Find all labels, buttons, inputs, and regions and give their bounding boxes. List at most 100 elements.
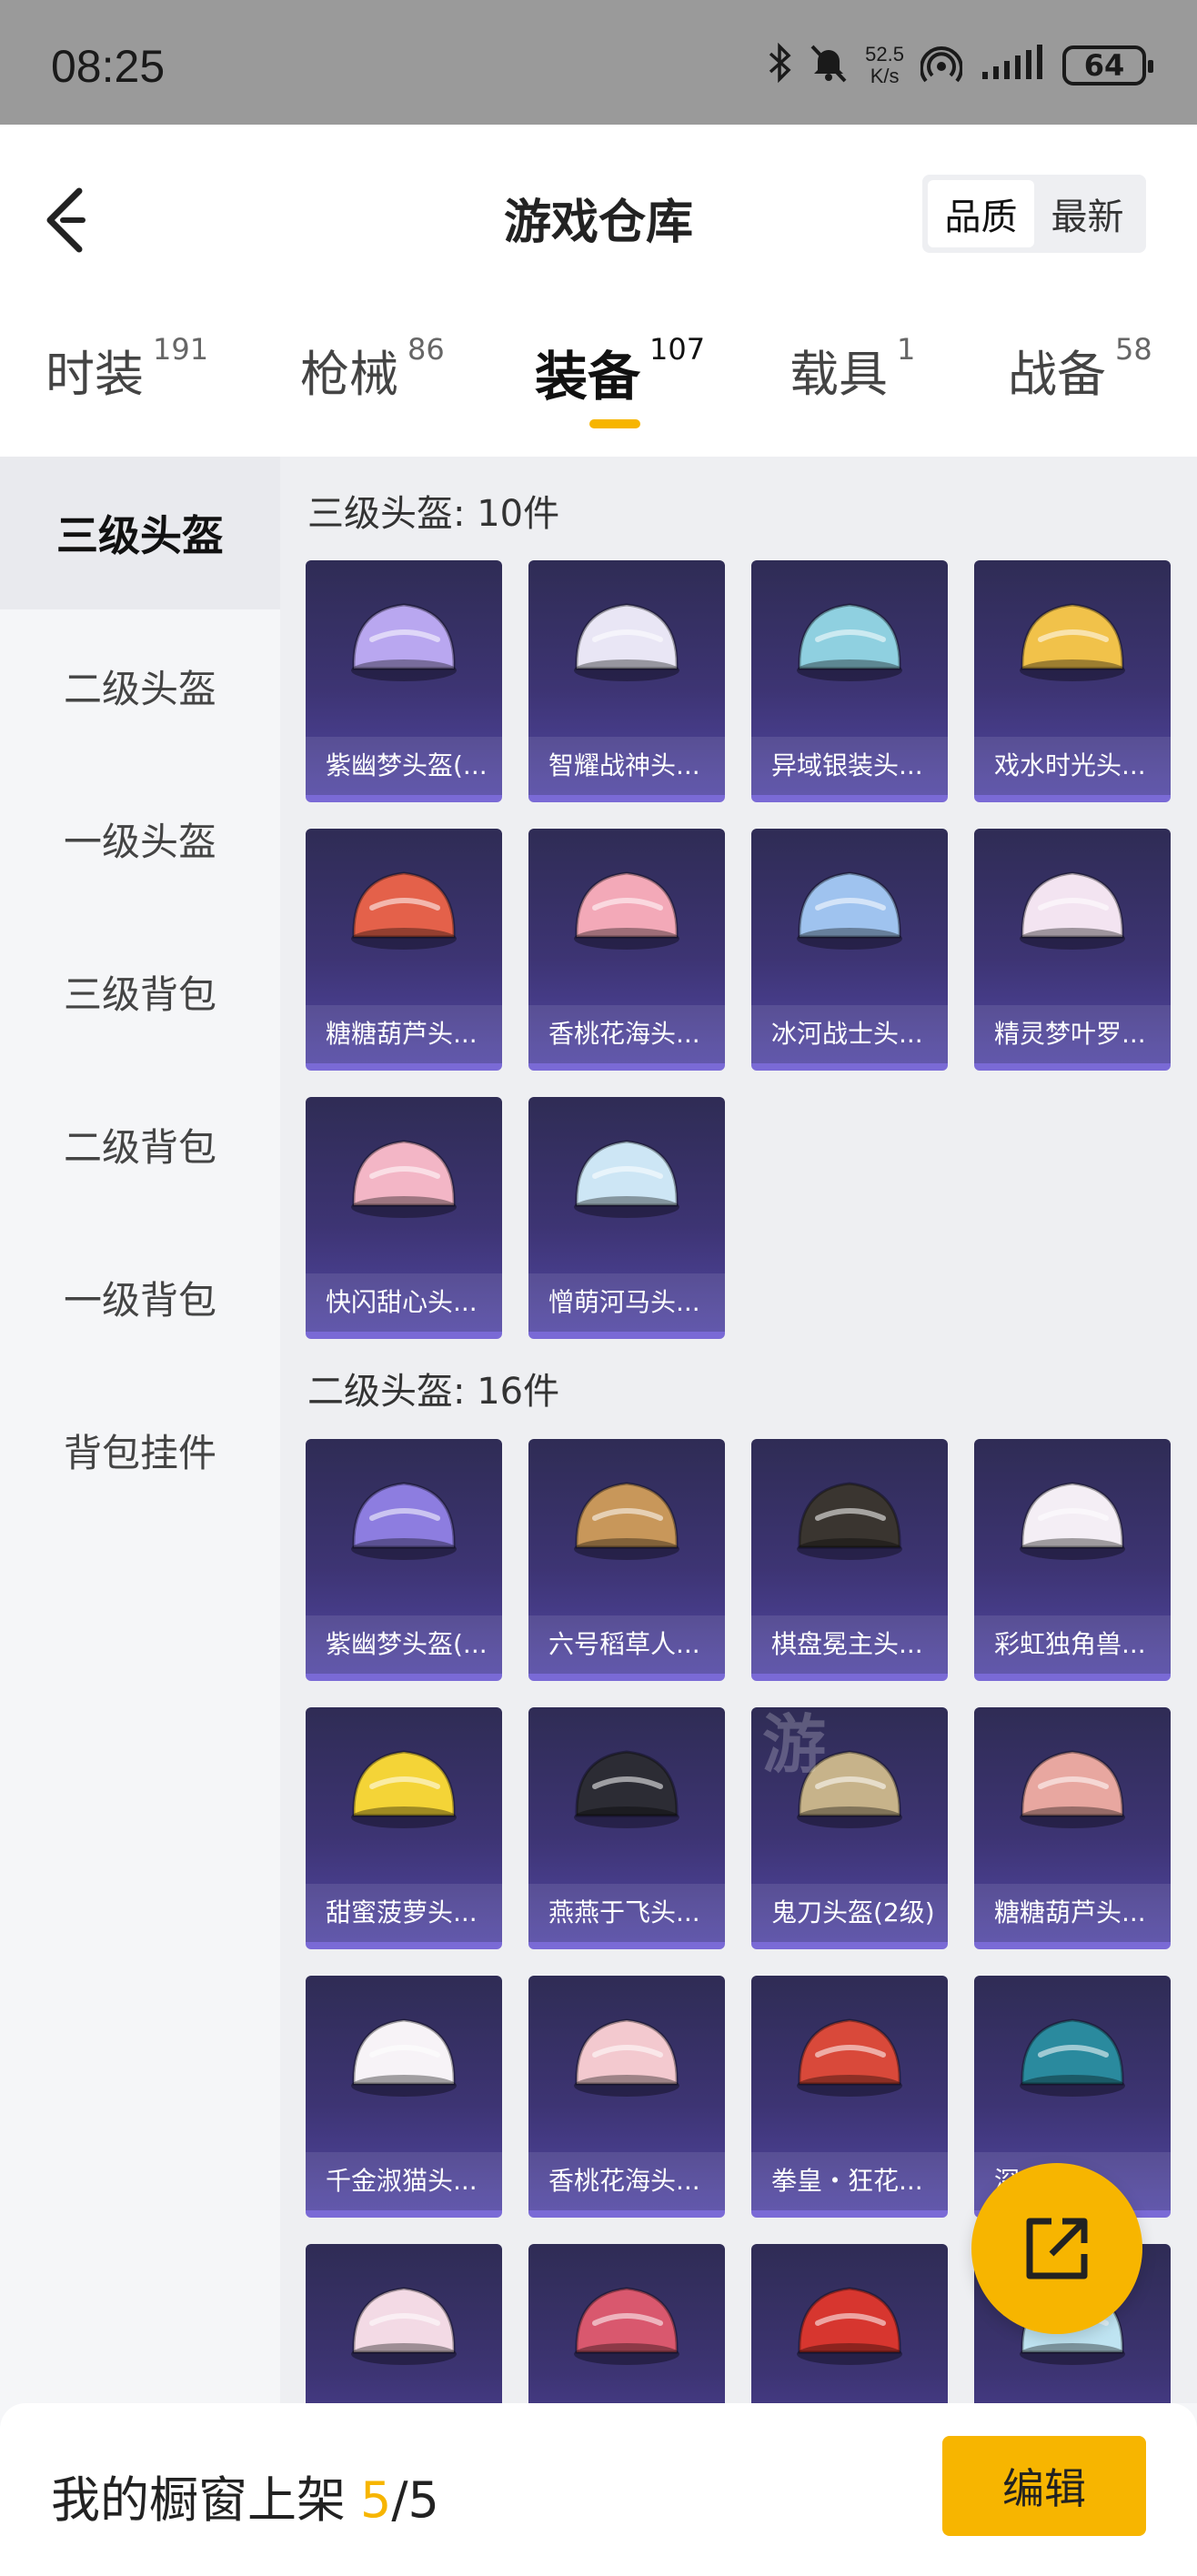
sidebar-item-level1-helmet[interactable]: 一级头盔 xyxy=(0,762,280,915)
category-tabs: 时装 191 枪械 86 装备 107 载具 1 战备 58 xyxy=(0,332,1197,434)
helmet-icon xyxy=(331,1727,477,1864)
tab-label: 装备 xyxy=(535,346,641,408)
helmet-icon xyxy=(554,1727,699,1864)
item-card[interactable]: 千金淑猫头... xyxy=(306,1976,502,2218)
helmet-icon xyxy=(1000,1459,1145,1595)
sidebar: 三级头盔 二级头盔 一级头盔 三级背包 二级背包 一级背包 背包挂件 xyxy=(0,457,280,2403)
helmet-icon xyxy=(777,1459,922,1595)
battery-icon: 64 xyxy=(1062,45,1153,86)
item-card[interactable]: 精灵梦叶罗... xyxy=(974,829,1171,1071)
sidebar-item-level3-helmet[interactable]: 三级头盔 xyxy=(0,457,280,609)
helmet-icon xyxy=(554,1459,699,1595)
item-card[interactable]: 冰河战士头... xyxy=(751,829,948,1071)
tab-count: 86 xyxy=(407,332,445,367)
item-card[interactable]: 智耀战神头... xyxy=(528,560,725,802)
item-name: 彩虹独角兽... xyxy=(974,1615,1171,1674)
item-card[interactable]: 彩虹独角兽... xyxy=(974,1439,1171,1681)
sort-option-quality[interactable]: 品质 xyxy=(928,180,1034,247)
status-icons: 52.5 K/s 64 xyxy=(767,40,1153,91)
item-card[interactable]: 拳皇・狂花... xyxy=(751,1976,948,2218)
net-speed-unit: K/s xyxy=(870,65,900,87)
item-card[interactable]: 香桃花海头... xyxy=(528,1976,725,2218)
showcase-current-count: 5 xyxy=(360,2471,392,2529)
showcase-total-count: /5 xyxy=(391,2471,439,2529)
item-card[interactable]: 香桃花海头... xyxy=(528,829,725,1071)
item-card[interactable] xyxy=(751,2244,948,2403)
item-name: 快闪甜心头... xyxy=(306,1273,502,1332)
tab-label: 载具 xyxy=(790,346,888,403)
bottom-bar: 我的橱窗上架 5 /5 编辑 xyxy=(0,2403,1197,2576)
helmet-icon xyxy=(1000,1996,1145,2132)
item-name: 棋盘冕主头... xyxy=(751,1615,948,1674)
item-card[interactable] xyxy=(528,2244,725,2403)
item-card[interactable]: 快闪甜心头... xyxy=(306,1097,502,1339)
helmet-icon xyxy=(554,1117,699,1253)
sidebar-item-level3-backpack[interactable]: 三级背包 xyxy=(0,915,280,1068)
helmet-icon xyxy=(554,580,699,717)
item-name: 香桃花海头... xyxy=(528,2152,725,2210)
tab-count: 1 xyxy=(897,332,916,367)
item-name: 鬼刀头盔(2级) xyxy=(751,1884,948,1942)
edit-button[interactable]: 编辑 xyxy=(942,2436,1146,2536)
tab-vehicles[interactable]: 载具 1 xyxy=(790,332,916,406)
item-name: 糖糖葫芦头... xyxy=(974,1884,1171,1942)
tab-label: 战备 xyxy=(1008,346,1106,403)
sidebar-item-backpack-pendant[interactable]: 背包挂件 xyxy=(0,1374,280,1526)
status-time: 08:25 xyxy=(51,41,166,92)
helmet-icon xyxy=(554,2264,699,2400)
item-name: 戏水时光头... xyxy=(974,737,1171,795)
item-grid: 紫幽梦头盔(... 智耀战神头... 异域银装头... 戏水时光头... 糖糖葫芦头..… xyxy=(306,560,1179,1339)
sidebar-item-level2-helmet[interactable]: 二级头盔 xyxy=(0,609,280,762)
header: 游戏仓库 品质 最新 时装 191 枪械 86 装备 107 载具 1 战备 5… xyxy=(0,125,1197,457)
sort-option-newest[interactable]: 最新 xyxy=(1034,180,1141,247)
item-name: 冰河战士头... xyxy=(751,1005,948,1063)
item-name: 憎萌河马头... xyxy=(528,1273,725,1332)
item-list[interactable]: 三级头盔: 10件 紫幽梦头盔(... 智耀战神头... 异域银装头... 戏水时光头… xyxy=(280,457,1197,2403)
helmet-icon xyxy=(554,849,699,985)
item-name: 千金淑猫头... xyxy=(306,2152,502,2210)
item-name: 甜蜜菠萝头... xyxy=(306,1884,502,1942)
tab-equipment[interactable]: 装备 107 xyxy=(535,332,706,410)
active-tab-indicator xyxy=(589,419,640,428)
item-name: 糖糖葫芦头... xyxy=(306,1005,502,1063)
tab-fashion[interactable]: 时装 191 xyxy=(45,332,209,406)
helmet-icon xyxy=(554,1996,699,2132)
helmet-icon xyxy=(331,1117,477,1253)
tab-label: 枪械 xyxy=(300,346,398,403)
helmet-icon xyxy=(1000,1727,1145,1864)
item-name: 燕燕于飞头... xyxy=(528,1884,725,1942)
helmet-icon xyxy=(1000,580,1145,717)
item-card[interactable]: 戏水时光头... xyxy=(974,560,1171,802)
sidebar-item-level1-backpack[interactable]: 一级背包 xyxy=(0,1221,280,1374)
item-card[interactable]: 异域银装头... xyxy=(751,560,948,802)
helmet-icon xyxy=(777,1996,922,2132)
helmet-icon xyxy=(777,2264,922,2400)
watermark: 游 xyxy=(762,1707,830,1782)
item-card[interactable]: 甜蜜菠萝头... xyxy=(306,1707,502,1949)
helmet-icon xyxy=(331,2264,477,2400)
item-card[interactable]: 憎萌河马头... xyxy=(528,1097,725,1339)
status-bar: 08:25 52.5 K/s 64 xyxy=(0,0,1197,125)
tab-count: 58 xyxy=(1115,332,1152,367)
sidebar-item-level2-backpack[interactable]: 二级背包 xyxy=(0,1068,280,1221)
net-speed: 52.5 K/s xyxy=(865,44,904,87)
item-card[interactable]: 紫幽梦头盔(... xyxy=(306,1439,502,1681)
item-card[interactable]: 棋盘冕主头... xyxy=(751,1439,948,1681)
helmet-icon xyxy=(331,1996,477,2132)
item-card[interactable]: 六号稻草人... xyxy=(528,1439,725,1681)
item-card[interactable] xyxy=(306,2244,502,2403)
tab-supplies[interactable]: 战备 58 xyxy=(1008,332,1152,406)
item-card[interactable]: 紫幽梦头盔(... xyxy=(306,560,502,802)
item-card[interactable]: 糖糖葫芦头... xyxy=(974,1707,1171,1949)
helmet-icon xyxy=(777,849,922,985)
tab-count: 107 xyxy=(649,332,706,367)
tab-firearms[interactable]: 枪械 86 xyxy=(300,332,445,406)
item-card[interactable]: 燕燕于飞头... xyxy=(528,1707,725,1949)
signal-icon xyxy=(979,44,1046,87)
hotspot-icon xyxy=(920,43,963,89)
item-name: 智耀战神头... xyxy=(528,737,725,795)
item-card[interactable]: 糖糖葫芦头... xyxy=(306,829,502,1071)
tab-count: 191 xyxy=(153,332,209,367)
share-button[interactable] xyxy=(971,2163,1142,2334)
share-external-icon xyxy=(1026,2218,1088,2279)
